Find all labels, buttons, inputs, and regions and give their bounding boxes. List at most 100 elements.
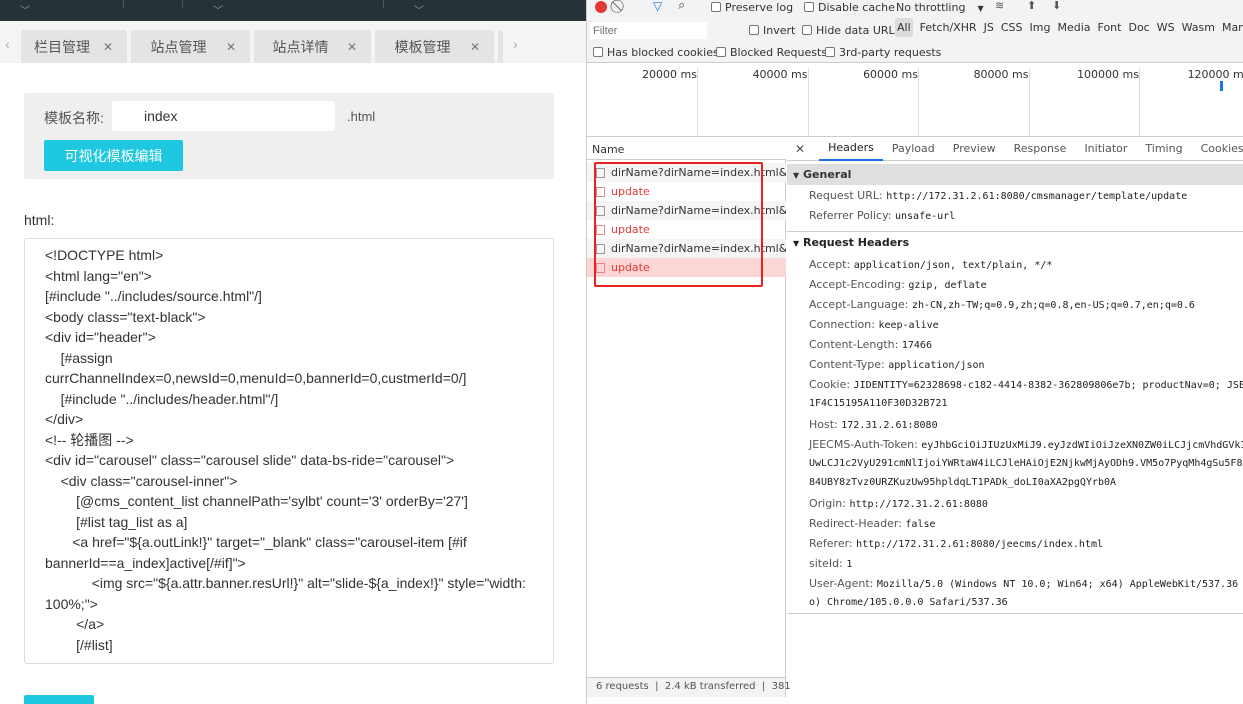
filter-type-img[interactable]: Img bbox=[1030, 21, 1051, 37]
code-line: <div id="header"> bbox=[45, 329, 156, 345]
header-name: Content-Length: bbox=[809, 338, 899, 351]
tab-partial[interactable] bbox=[498, 30, 503, 63]
filter-type-css[interactable]: CSS bbox=[1001, 21, 1023, 37]
tab-site-details[interactable]: 站点详情 ✕ bbox=[254, 30, 371, 63]
code-line: [@cms_content_list channelPath='sylbt' c… bbox=[45, 493, 468, 509]
close-icon[interactable]: ✕ bbox=[103, 40, 127, 54]
chevron-down-icon[interactable]: ﹀ bbox=[213, 2, 223, 17]
throttling-select[interactable]: No throttling ▼ bbox=[896, 1, 984, 14]
network-conditions-icon[interactable]: ≋ bbox=[995, 0, 1004, 12]
filter-icon[interactable]: ▽ bbox=[653, 0, 662, 13]
close-icon[interactable]: ✕ bbox=[347, 40, 371, 54]
status-bar: 6 requests | 2.4 kB transferred | 381 bbox=[587, 677, 791, 697]
export-har-icon[interactable]: ⬇ bbox=[1052, 0, 1061, 12]
filter-type-doc[interactable]: Doc bbox=[1128, 21, 1149, 37]
code-line: <img src="${a.attr.banner.resUrl!}" alt=… bbox=[45, 575, 530, 612]
filter-type-ws[interactable]: WS bbox=[1157, 21, 1175, 37]
header-value: 172.31.2.61:8080 bbox=[841, 419, 938, 431]
timeline-tick-label: 120000 ms bbox=[1146, 68, 1243, 136]
preserve-log-checkbox[interactable]: Preserve log bbox=[711, 1, 793, 14]
header-row: Redirect-Header: false bbox=[809, 517, 936, 530]
header-row: Accept-Language: zh-CN,zh-TW;q=0.9,zh;q=… bbox=[809, 298, 1195, 311]
import-har-icon[interactable]: ⬆ bbox=[1027, 0, 1036, 12]
header-row: User-Agent: Mozilla/5.0 (Windows NT 10.0… bbox=[809, 577, 1243, 590]
header-value: gzip, deflate bbox=[908, 280, 987, 291]
tab-cookies[interactable]: Cookies bbox=[1192, 137, 1243, 160]
preserve-log-label: Preserve log bbox=[725, 1, 794, 14]
close-icon[interactable]: ✕ bbox=[470, 40, 494, 54]
tab-preview[interactable]: Preview bbox=[944, 137, 1005, 160]
header-name: Referrer Policy: bbox=[809, 209, 892, 222]
header-name: User-Agent: bbox=[809, 576, 874, 590]
header-name: Accept-Encoding: bbox=[809, 278, 905, 291]
request-list: Name dirName?dirName=index.html&r... upda… bbox=[587, 137, 786, 697]
visual-template-edit-button[interactable]: 可视化模板编辑 bbox=[44, 140, 183, 171]
top-nav-bar: ﹀ ﹀ ﹀ bbox=[0, 0, 586, 21]
disable-cache-checkbox[interactable]: Disable cache bbox=[804, 1, 895, 14]
filter-input[interactable] bbox=[590, 22, 707, 39]
tab-scroll-left-icon[interactable]: ‹ bbox=[5, 36, 10, 52]
header-value: eyJhbGciOiJIUzUxMiJ9.eyJzdWIiOiJzeXN0ZW0… bbox=[921, 439, 1243, 451]
code-line: [#assign currChannelIndex=0,newsId=0,men… bbox=[45, 349, 467, 387]
network-toolbar: ⃠ ▽ ⌕ Preserve log Disable cache No thro… bbox=[587, 0, 1243, 16]
tab-payload[interactable]: Payload bbox=[883, 137, 944, 160]
general-section-header[interactable]: ▼ General bbox=[787, 164, 1243, 185]
close-icon[interactable]: ✕ bbox=[226, 40, 250, 54]
header-row: Cookie: JIDENTITY=62328698-c182-4414-838… bbox=[809, 378, 1243, 391]
third-party-requests-checkbox[interactable]: 3rd-party requests bbox=[825, 46, 941, 59]
record-icon[interactable] bbox=[595, 1, 607, 13]
hide-data-urls-checkbox[interactable]: Hide data URLs bbox=[802, 24, 900, 37]
filter-type-fetchxhr[interactable]: Fetch/XHR bbox=[920, 21, 977, 37]
filter-type-all[interactable]: All bbox=[895, 18, 913, 37]
tab-column-management[interactable]: 栏目管理 ✕ bbox=[21, 30, 127, 63]
header-row: Host: 172.31.2.61:8080 bbox=[809, 418, 938, 431]
template-name-input[interactable] bbox=[112, 101, 335, 131]
tab-response[interactable]: Response bbox=[1005, 137, 1076, 160]
header-name: JEECMS-Auth-Token: bbox=[809, 437, 918, 451]
invert-label: Invert bbox=[763, 24, 796, 37]
code-line: <a href="${a.outLink!}" target="_blank" … bbox=[45, 534, 471, 571]
header-name: Host: bbox=[809, 417, 838, 431]
header-name: Cookie: bbox=[809, 378, 851, 391]
name-column-header[interactable]: Name bbox=[587, 137, 786, 160]
save-button[interactable] bbox=[24, 695, 94, 704]
header-value: unsafe-url bbox=[895, 211, 956, 222]
section-title: Request Headers bbox=[803, 236, 910, 249]
transferred-size: 2.4 kB transferred bbox=[664, 681, 756, 692]
html-code-editor[interactable]: <!DOCTYPE html> <html lang="en"> [#include… bbox=[24, 238, 554, 664]
tab-template-management[interactable]: 模板管理 ✕ bbox=[375, 30, 494, 63]
header-name: Origin: bbox=[809, 496, 846, 510]
tab-initiator[interactable]: Initiator bbox=[1075, 137, 1136, 160]
timeline-overview[interactable]: 20000 ms 40000 ms 60000 ms 80000 ms 100000 m… bbox=[587, 63, 1243, 137]
filter-type-font[interactable]: Font bbox=[1098, 21, 1122, 37]
code-line: [/#list] bbox=[45, 636, 113, 653]
chevron-down-icon[interactable]: ﹀ bbox=[414, 2, 424, 17]
invert-checkbox[interactable]: Invert bbox=[749, 24, 795, 37]
search-icon[interactable]: ⌕ bbox=[678, 0, 685, 13]
filter-type-wasm[interactable]: Wasm bbox=[1182, 21, 1215, 37]
tab-headers[interactable]: Headers bbox=[819, 136, 883, 161]
blocked-requests-checkbox[interactable]: Blocked Requests bbox=[716, 46, 827, 59]
header-row: Referer: http://172.31.2.61:8080/jeecms/… bbox=[809, 537, 1103, 550]
tab-timing[interactable]: Timing bbox=[1136, 137, 1191, 160]
tab-site-management[interactable]: 站点管理 ✕ bbox=[131, 30, 250, 63]
header-value: keep-alive bbox=[878, 320, 939, 331]
filter-type-js[interactable]: JS bbox=[984, 21, 994, 37]
has-blocked-cookies-checkbox[interactable]: Has blocked cookies bbox=[593, 46, 719, 59]
filter-type-manif[interactable]: Manif bbox=[1222, 21, 1243, 37]
tab-scroll-right-icon[interactable]: › bbox=[513, 36, 518, 52]
header-value: JIDENTITY=62328698-c182-4414-8382-362809… bbox=[853, 380, 1243, 391]
divider bbox=[787, 613, 1243, 614]
code-line: [#include "../includes/header.html"/] bbox=[45, 390, 279, 407]
header-name: Connection: bbox=[809, 318, 875, 331]
close-icon[interactable]: ✕ bbox=[795, 142, 805, 156]
template-suffix: .html bbox=[347, 109, 376, 124]
request-headers-section-header[interactable]: ▼ Request Headers bbox=[793, 236, 909, 249]
filter-type-media[interactable]: Media bbox=[1057, 21, 1090, 37]
header-value: http://172.31.2.61:8080/cmsmanager/templ… bbox=[886, 191, 1188, 202]
section-title: General bbox=[803, 168, 852, 181]
chevron-down-icon[interactable]: ﹀ bbox=[20, 2, 30, 17]
header-value: 17466 bbox=[901, 340, 932, 351]
code-line: [#include "../includes/source.html"/] bbox=[45, 288, 262, 304]
collapse-triangle-icon: ▼ bbox=[793, 239, 800, 248]
